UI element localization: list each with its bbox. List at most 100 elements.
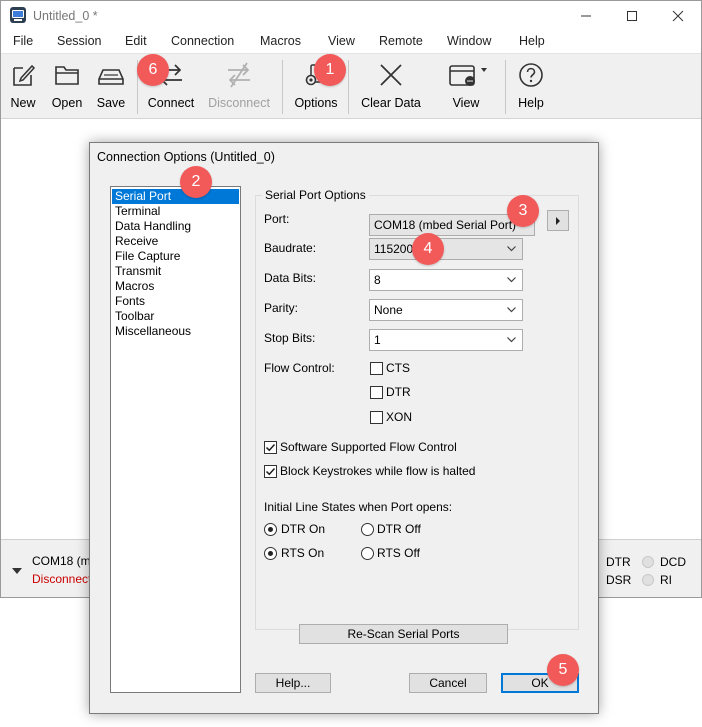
software-flow-label: Software Supported Flow Control xyxy=(280,440,457,454)
dtr-off-radio[interactable] xyxy=(361,523,374,536)
open-button[interactable]: Open xyxy=(48,58,86,110)
category-terminal[interactable]: Terminal xyxy=(112,204,239,219)
dialog-title: Connection Options (Untitled_0) xyxy=(97,150,275,164)
save-drive-icon xyxy=(98,69,124,85)
cancel-button[interactable]: Cancel xyxy=(409,673,487,693)
minimize-button[interactable] xyxy=(563,1,609,31)
status-dcd: DCD xyxy=(660,555,686,569)
status-dsr: DSR xyxy=(606,573,632,587)
stop-bits-label: Stop Bits: xyxy=(264,331,316,345)
xon-label: XON xyxy=(386,410,413,424)
callout-marker-6: 6 xyxy=(137,54,169,86)
stop-bits-select[interactable]: 1 xyxy=(369,329,523,351)
disconnect-button[interactable]: Disconnect xyxy=(207,58,271,110)
save-button[interactable]: Save xyxy=(93,58,129,110)
expand-triangle-icon[interactable] xyxy=(11,566,23,576)
parity-select[interactable]: None xyxy=(369,299,523,321)
chevron-down-icon xyxy=(507,337,516,343)
rts-on-radio[interactable] xyxy=(264,547,277,560)
menu-session[interactable]: Session xyxy=(57,34,101,48)
block-keystrokes-label: Block Keystrokes while flow is halted xyxy=(280,464,476,478)
help-dialog-button[interactable]: Help... xyxy=(255,673,331,693)
checkmark-icon xyxy=(265,467,276,476)
rescan-serial-ports-button[interactable]: Re-Scan Serial Ports xyxy=(299,624,508,644)
baudrate-select[interactable]: 115200 xyxy=(369,238,523,260)
menu-connection[interactable]: Connection xyxy=(171,34,234,48)
group-title: Serial Port Options xyxy=(262,188,369,202)
help-button[interactable]: Help xyxy=(513,58,549,110)
clear-data-button[interactable]: Clear Data xyxy=(357,58,425,110)
port-label: Port: xyxy=(264,212,290,226)
initial-states-label: Initial Line States when Port opens: xyxy=(264,500,453,514)
category-macros[interactable]: Macros xyxy=(112,279,239,294)
toolbar-separator xyxy=(505,60,506,114)
clear-x-icon xyxy=(380,64,402,86)
category-serial-port[interactable]: Serial Port xyxy=(112,189,239,204)
callout-marker-1: 1 xyxy=(314,54,346,86)
maximize-icon xyxy=(627,11,637,21)
rts-off-radio[interactable] xyxy=(361,547,374,560)
category-miscellaneous[interactable]: Miscellaneous xyxy=(112,324,239,339)
view-button[interactable]: View xyxy=(439,58,493,110)
category-fonts[interactable]: Fonts xyxy=(112,294,239,309)
menu-remote[interactable]: Remote xyxy=(379,34,423,48)
dtr-label: DTR xyxy=(386,385,411,399)
category-file-capture[interactable]: File Capture xyxy=(112,249,239,264)
view-window-icon xyxy=(449,65,487,86)
close-icon xyxy=(672,10,684,22)
new-file-icon xyxy=(13,64,36,86)
category-toolbar[interactable]: Toolbar xyxy=(112,309,239,324)
app-icon xyxy=(10,7,26,23)
rts-off-label: RTS Off xyxy=(377,546,420,560)
help-question-icon xyxy=(519,63,543,87)
data-bits-value: 8 xyxy=(374,273,381,287)
xon-checkbox[interactable] xyxy=(370,411,383,424)
connection-options-dialog: Connection Options (Untitled_0) Serial P… xyxy=(89,142,599,714)
view-label: View xyxy=(452,96,480,110)
data-bits-select[interactable]: 8 xyxy=(369,269,523,291)
open-folder-icon xyxy=(55,66,79,85)
toolbar: New Open Save Connect Disconnect Options… xyxy=(1,53,701,119)
status-connection-state: Disconnect xyxy=(32,572,92,586)
menu-view[interactable]: View xyxy=(328,34,355,48)
baudrate-label: Baudrate: xyxy=(264,241,317,255)
menu-window[interactable]: Window xyxy=(447,34,491,48)
block-keystrokes-checkbox[interactable] xyxy=(264,465,277,478)
parity-value: None xyxy=(374,303,403,317)
help-label: Help xyxy=(518,96,544,110)
baudrate-value: 115200 xyxy=(374,242,414,256)
options-label: Options xyxy=(294,96,338,110)
dtr-checkbox[interactable] xyxy=(370,386,383,399)
chevron-down-icon xyxy=(507,277,516,283)
disconnect-label: Disconnect xyxy=(208,96,270,110)
category-data-handling[interactable]: Data Handling xyxy=(112,219,239,234)
new-label: New xyxy=(10,96,36,110)
callout-marker-3: 3 xyxy=(507,195,539,227)
disconnect-icon xyxy=(228,62,250,88)
category-transmit[interactable]: Transmit xyxy=(112,264,239,279)
new-button[interactable]: New xyxy=(5,58,41,110)
menu-edit[interactable]: Edit xyxy=(125,34,147,48)
stop-bits-value: 1 xyxy=(374,333,381,347)
cts-checkbox[interactable] xyxy=(370,362,383,375)
close-button[interactable] xyxy=(655,1,701,31)
category-list: Serial Port Terminal Data Handling Recei… xyxy=(110,186,241,693)
connect-label: Connect xyxy=(147,96,195,110)
callout-marker-4: 4 xyxy=(412,233,444,265)
dtr-on-radio[interactable] xyxy=(264,523,277,536)
port-info-button[interactable] xyxy=(547,210,569,231)
software-flow-checkbox[interactable] xyxy=(264,441,277,454)
port-value: COM18 (mbed Serial Port) xyxy=(374,218,517,232)
dcd-indicator xyxy=(642,556,654,568)
rts-on-label: RTS On xyxy=(281,546,325,560)
menu-help[interactable]: Help xyxy=(519,34,545,48)
menu-macros[interactable]: Macros xyxy=(260,34,301,48)
window-title: Untitled_0 * xyxy=(33,9,98,23)
maximize-button[interactable] xyxy=(609,1,655,31)
title-bar: Untitled_0 * xyxy=(1,1,701,31)
menu-file[interactable]: File xyxy=(13,34,33,48)
status-port: COM18 (m xyxy=(32,554,91,568)
category-receive[interactable]: Receive xyxy=(112,234,239,249)
menu-bar: File Session Edit Connection Macros View… xyxy=(1,31,701,53)
toolbar-separator xyxy=(348,60,349,114)
